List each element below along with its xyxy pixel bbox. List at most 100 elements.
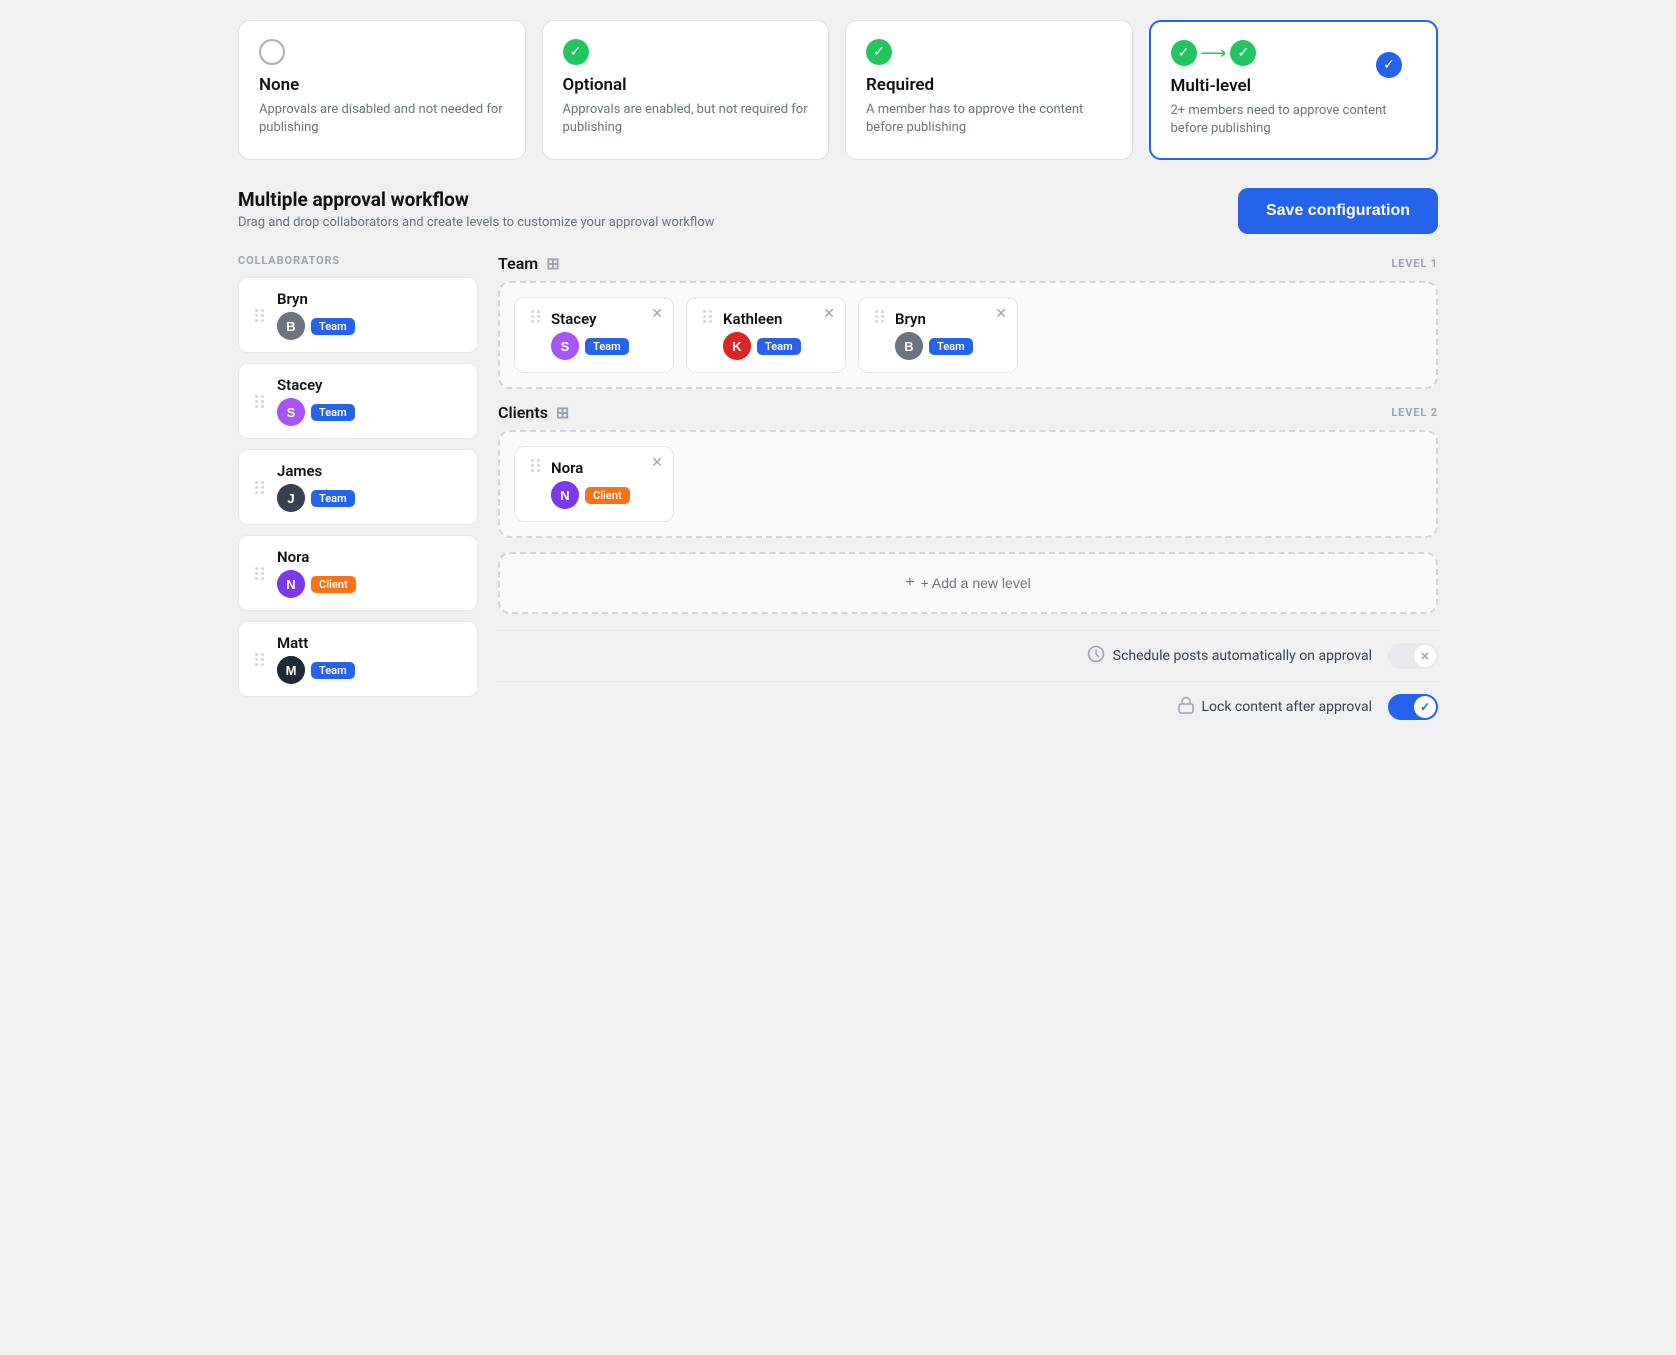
svg-text:N: N [286,577,295,592]
badge-nora: Client [311,576,356,593]
lock-toggle-knob: ✓ [1414,696,1436,718]
save-configuration-button[interactable]: Save configuration [1238,188,1438,234]
level-1-drop-zone[interactable]: Stacey S Team ✕ [498,281,1438,389]
required-title: Required [866,75,1112,95]
collab-name-james: James [277,462,355,480]
level-1-member-stacey: Stacey S Team ✕ [514,297,674,373]
approval-card-multilevel[interactable]: ✓ ⟶ ✓ ✓ Multi-level 2+ members need to a… [1149,20,1439,160]
collaborators-label: COLLABORATORS [238,254,478,267]
workflow-title: Multiple approval workflow [238,188,714,211]
badge-stacey: Team [311,404,355,421]
drag-handle-l1-kathleen[interactable] [701,310,715,323]
level-2-name: Clients ⊞ [498,403,569,422]
footer-toggles: Schedule posts automatically on approval… [498,630,1438,732]
schedule-toggle-row: Schedule posts automatically on approval… [498,630,1438,681]
remove-l1-bryn-button[interactable]: ✕ [995,306,1007,320]
collaborator-card-james[interactable]: James J Team [238,449,478,525]
approval-card-none[interactable]: None Approvals are disabled and not need… [238,20,526,160]
selected-check-icon: ✓ [1376,52,1402,78]
multilevel-title: Multi-level [1171,76,1417,96]
multilevel-card-inner: ✓ ⟶ ✓ ✓ Multi-level 2+ members need to a… [1171,40,1417,138]
collaborator-card-nora[interactable]: Nora N Client [238,535,478,611]
level-2-drop-zone[interactable]: Nora N Client ✕ [498,430,1438,538]
drag-handle-matt[interactable] [253,653,267,666]
avatar-l1-bryn: B [895,332,923,360]
multilevel-desc: 2+ members need to approve content befor… [1171,102,1417,138]
optional-desc: Approvals are enabled, but not required … [563,101,809,137]
avatar-matt: M [277,656,305,684]
workflow-subtitle: Drag and drop collaborators and create l… [238,215,714,230]
lock-toggle-label: Lock content after approval [1178,696,1372,718]
collaborator-card-matt[interactable]: Matt M Team [238,621,478,697]
member-info-l1-kathleen: Kathleen K Team [723,310,801,360]
badge-james: Team [311,490,355,507]
remove-l2-nora-button[interactable]: ✕ [651,455,663,469]
lock-toggle-text: Lock content after approval [1202,699,1372,715]
member-avatar-row-l2-nora: N Client [551,481,630,509]
drag-handle-l1-stacey[interactable] [529,310,543,323]
member-name-l2-nora: Nora [551,459,630,477]
svg-text:S: S [287,405,296,420]
drag-handle-l1-bryn[interactable] [873,310,887,323]
level-2-section: Clients ⊞ LEVEL 2 Nora [498,403,1438,538]
drag-handle-l2-nora[interactable] [529,459,543,472]
approval-card-optional[interactable]: ✓ Optional Approvals are enabled, but no… [542,20,830,160]
member-avatar-row-l1-stacey: S Team [551,332,629,360]
level-1-header: Team ⊞ LEVEL 1 [498,254,1438,273]
collaborators-panel: COLLABORATORS Bryn B Team [238,254,478,732]
level-2-header: Clients ⊞ LEVEL 2 [498,403,1438,422]
clock-icon [1087,645,1105,667]
collab-info-stacey: Stacey S Team [277,376,355,426]
badge-bryn: Team [311,318,355,335]
required-desc: A member has to approve the content befo… [866,101,1112,137]
avatar-l1-kathleen: K [723,332,751,360]
collab-info-nora: Nora N Client [277,548,356,598]
collaborator-card-stacey[interactable]: Stacey S Team [238,363,478,439]
schedule-knob-icon: ✕ [1420,650,1429,663]
collab-info-bryn: Bryn B Team [277,290,355,340]
member-avatar-row-l1-bryn: B Team [895,332,973,360]
levels-panel: Team ⊞ LEVEL 1 Stacey [498,254,1438,732]
badge-l1-bryn: Team [929,338,973,355]
collab-name-stacey: Stacey [277,376,355,394]
member-info-l1-bryn: Bryn B Team [895,310,973,360]
lock-icon [1178,696,1194,718]
member-name-l1-bryn: Bryn [895,310,973,328]
remove-l1-stacey-button[interactable]: ✕ [651,306,663,320]
drag-handle-nora[interactable] [253,567,267,580]
svg-text:B: B [286,319,295,334]
drag-handle-james[interactable] [253,481,267,494]
avatar-stacey: S [277,398,305,426]
collab-info-matt: Matt M Team [277,634,355,684]
badge-l1-stacey: Team [585,338,629,355]
schedule-toggle-switch[interactable]: ✕ [1388,643,1438,669]
lock-toggle-switch[interactable]: ✓ [1388,694,1438,720]
member-name-l1-stacey: Stacey [551,310,629,328]
drag-handle-bryn[interactable] [253,309,267,322]
collab-avatar-row-matt: M Team [277,656,355,684]
schedule-toggle-text: Schedule posts automatically on approval [1113,648,1372,664]
avatar-bryn: B [277,312,305,340]
level-1-badge: LEVEL 1 [1391,257,1438,270]
svg-text:K: K [732,339,742,354]
level-2-copy-icon[interactable]: ⊞ [556,403,569,422]
svg-text:M: M [286,663,297,678]
remove-l1-kathleen-button[interactable]: ✕ [823,306,835,320]
level-1-copy-icon[interactable]: ⊞ [546,254,559,273]
approval-card-required[interactable]: ✓ Required A member has to approve the c… [845,20,1133,160]
collab-name-matt: Matt [277,634,355,652]
member-avatar-row-l1-kathleen: K Team [723,332,801,360]
collab-avatar-row-stacey: S Team [277,398,355,426]
optional-icon: ✓ [563,39,809,65]
drag-handle-stacey[interactable] [253,395,267,408]
main-container: None Approvals are disabled and not need… [238,20,1438,732]
optional-title: Optional [563,75,809,95]
level-1-section: Team ⊞ LEVEL 1 Stacey [498,254,1438,389]
avatar-james: J [277,484,305,512]
workflow-header: Multiple approval workflow Drag and drop… [238,188,1438,234]
approval-type-cards: None Approvals are disabled and not need… [238,20,1438,160]
badge-l1-kathleen: Team [757,338,801,355]
collaborator-card-bryn[interactable]: Bryn B Team [238,277,478,353]
add-level-button[interactable]: + + Add a new level [498,552,1438,614]
main-layout: COLLABORATORS Bryn B Team [238,254,1438,732]
